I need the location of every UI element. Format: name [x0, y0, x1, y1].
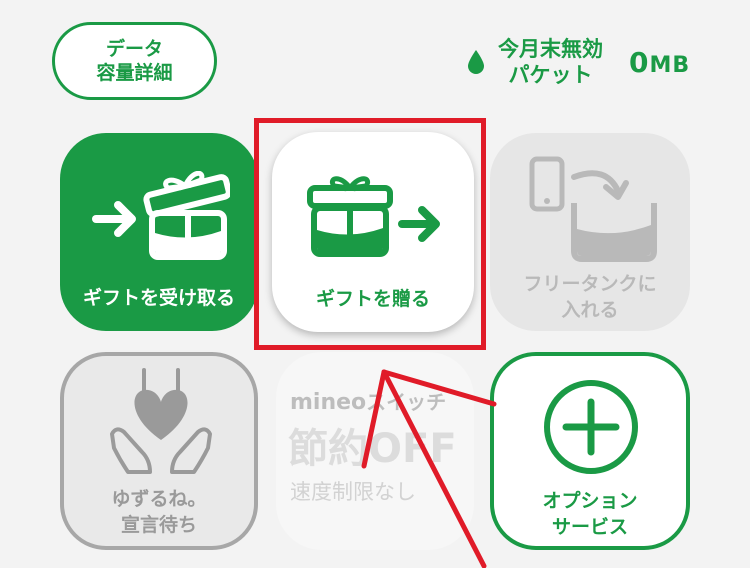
mineo-switch-brand: mineoスイッチ: [290, 390, 447, 415]
free-tank-tile[interactable]: フリータンクに 入れる: [490, 133, 690, 331]
highlight-box: [254, 118, 486, 350]
expiring-packets-value: 0MB: [629, 45, 691, 79]
plus-circle-icon: [544, 380, 638, 474]
data-detail-label-line2: 容量詳細: [96, 62, 173, 84]
yuzuru-tile[interactable]: ゆずるね。 宣言待ち: [60, 352, 258, 550]
expiring-packets: 今月末無効 パケット 0MB: [466, 34, 690, 90]
data-detail-label-line1: データ: [105, 38, 163, 60]
receive-gift-tile[interactable]: ギフトを受け取る: [60, 133, 258, 331]
water-drop-icon: [468, 50, 484, 74]
option-service-tile[interactable]: オプション サービス: [490, 352, 690, 550]
mineo-switch-subtitle: 速度制限なし: [290, 480, 416, 504]
phone-to-tank-icon: [529, 156, 657, 262]
hands-heart-icon: [110, 368, 212, 474]
receive-gift-label: ギフトを受け取る: [82, 287, 235, 309]
free-tank-label: フリータンクに 入れる: [523, 273, 657, 321]
option-service-label: オプション サービス: [542, 490, 638, 538]
receive-gift-icon: [92, 171, 230, 260]
yuzuru-label: ゆずるね。 宣言待ち: [111, 488, 207, 536]
mineo-switch-title: 節約OFF: [288, 426, 457, 472]
data-detail-button[interactable]: データ 容量詳細: [52, 22, 217, 100]
mineo-switch-tile[interactable]: mineoスイッチ 節約OFF 速度制限なし: [276, 352, 474, 550]
expiring-packets-label: 今月末無効 パケット: [498, 37, 603, 87]
